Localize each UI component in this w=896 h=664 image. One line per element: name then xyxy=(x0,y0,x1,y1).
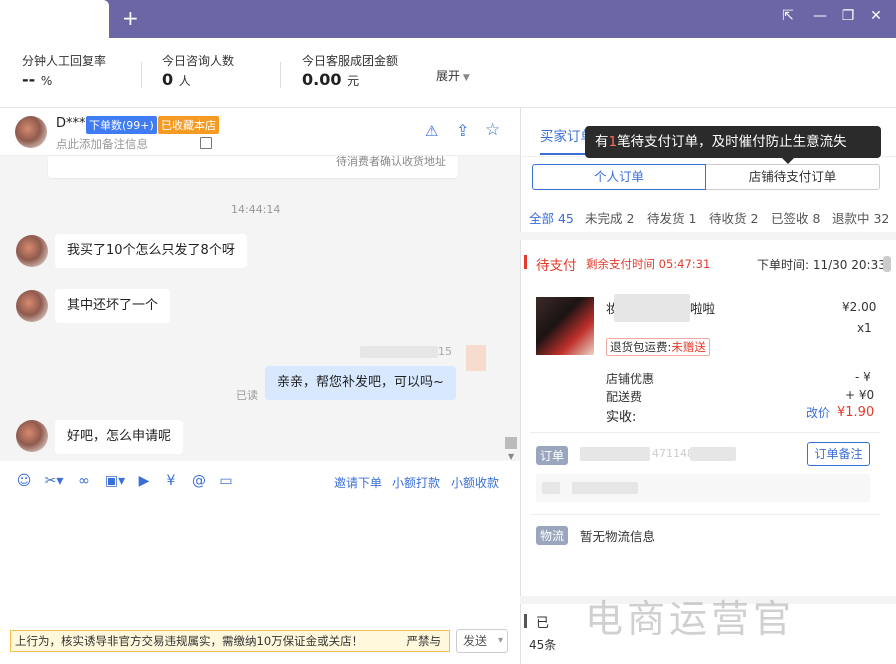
stat-reply-rate-label: 分钟人工回复率 xyxy=(22,54,107,68)
star-icon[interactable]: ☆ xyxy=(485,120,500,140)
customer-message: 好吧，怎么申请呢 xyxy=(55,420,184,454)
order-tag: 订单 xyxy=(536,446,569,465)
image-icon[interactable]: ▣▾ xyxy=(103,472,127,490)
order-number-fragment: 471148 xyxy=(652,447,694,460)
scroll-down-icon[interactable]: ▼ xyxy=(508,452,514,461)
send-button[interactable]: 发送 ▾ xyxy=(456,629,508,653)
product-price: ¥2.00 xyxy=(842,300,877,314)
order-count-badge: 下单数(99+) xyxy=(86,116,157,134)
pending-payment-tooltip: 有1笔待支付订单，及时催付防止生意流失 xyxy=(585,126,881,158)
modify-price-link[interactable]: 改价 xyxy=(806,404,830,421)
logistics-tag: 物流 xyxy=(536,526,569,545)
customer-message: 我买了10个怎么只发了8个呀 xyxy=(55,234,247,268)
warning-icon[interactable]: ⚠ xyxy=(425,122,438,140)
agent-meta: 15 xyxy=(438,345,452,358)
filter-received[interactable]: 已签收 8 xyxy=(771,208,820,227)
logistics-text: 暂无物流信息 xyxy=(580,529,656,544)
filter-all[interactable]: 全部 45 xyxy=(529,208,574,227)
small-pay-link[interactable]: 小额打款 xyxy=(392,474,440,491)
link-icon[interactable]: ∞ xyxy=(75,472,93,490)
remaining-time: 剩余支付时间 05:47:31 xyxy=(586,257,711,271)
status-marker xyxy=(524,255,527,269)
customer-name: D*** xyxy=(56,116,86,131)
pin-icon[interactable]: ⇱ xyxy=(778,6,798,26)
status-marker xyxy=(524,614,527,628)
favorited-badge: 已收藏本店 xyxy=(158,116,219,134)
discount-value: - ¥ xyxy=(855,370,871,384)
agent-message: 亲亲，帮您补发吧，可以吗~ xyxy=(265,366,456,400)
order-count-footer: 45条 xyxy=(529,638,557,652)
stat-amount-value: 0.00 元 xyxy=(302,70,360,89)
filter-to-receive[interactable]: 待收货 2 xyxy=(709,208,758,227)
segment-store-pending-orders[interactable]: 店铺待支付订单 xyxy=(706,164,880,190)
customer-avatar xyxy=(16,420,48,452)
order-time: 下单时间: 11/30 20:33 xyxy=(757,258,886,272)
invite-order-link[interactable]: 邀请下单 xyxy=(334,474,382,491)
share-icon[interactable]: ⇪ xyxy=(456,121,469,140)
agent-name-blurred xyxy=(360,346,438,358)
read-status: 已读 xyxy=(236,389,258,402)
stat-consult-value: 0 人 xyxy=(162,70,191,89)
order-remark-button[interactable]: 订单备注 xyxy=(807,442,870,466)
scissors-icon[interactable]: ✂▾ xyxy=(42,472,66,490)
discount-label: 店铺优惠 xyxy=(606,372,655,386)
filter-incomplete[interactable]: 未完成 2 xyxy=(585,208,634,227)
expand-button[interactable]: 展开 ▼ xyxy=(436,67,470,84)
shipping-insurance-tag: 退货包运费:未赠送 xyxy=(606,338,710,356)
segment-personal-orders[interactable]: 个人订单 xyxy=(532,164,706,190)
divider xyxy=(280,62,281,88)
message-input[interactable] xyxy=(0,502,520,627)
product-image[interactable] xyxy=(536,297,594,355)
order-number-blurred xyxy=(580,447,650,461)
close-icon[interactable]: ✕ xyxy=(866,6,886,26)
watermark: 电商运营官 xyxy=(585,597,796,641)
small-collect-link[interactable]: 小额收款 xyxy=(451,474,499,491)
stat-consult-label: 今日咨询人数 xyxy=(162,54,235,68)
delivery-value: + ¥0 xyxy=(845,388,875,402)
paid-label: 实收: xyxy=(606,410,637,425)
add-tab-button[interactable]: + xyxy=(122,8,139,28)
tab-underline xyxy=(540,153,588,155)
at-icon[interactable]: @ xyxy=(190,472,208,490)
divider xyxy=(520,232,896,240)
coupon-icon[interactable]: ¥ xyxy=(162,472,180,490)
note-placeholder[interactable]: 点此添加备注信息 xyxy=(56,136,148,152)
video-icon[interactable]: ▶ xyxy=(135,472,153,490)
chat-scrollbar[interactable] xyxy=(505,437,517,449)
folder-icon[interactable]: ▭ xyxy=(217,472,235,490)
agent-avatar xyxy=(466,345,486,371)
delivery-label: 配送费 xyxy=(606,390,643,404)
customer-avatar xyxy=(16,235,48,267)
product-title-end: 啦啦 xyxy=(690,301,716,316)
edit-note-icon[interactable] xyxy=(200,137,212,149)
stat-amount-label: 今日客服成团金额 xyxy=(302,54,399,68)
active-tab[interactable] xyxy=(0,0,109,38)
customer-avatar xyxy=(16,290,48,322)
warning-banner: 上行为，核实诱导非官方交易违规属实，需缴纳10万保证金或关店！ 严禁与 xyxy=(10,630,450,652)
filter-to-ship[interactable]: 待发货 1 xyxy=(647,208,696,227)
divider xyxy=(530,432,880,433)
paid-value: ¥1.90 xyxy=(837,405,875,420)
order-status: 待支付 xyxy=(536,258,577,274)
product-qty: x1 xyxy=(857,321,872,335)
minimize-icon[interactable]: — xyxy=(810,6,830,26)
restore-icon[interactable]: ❐ xyxy=(838,6,858,26)
divider xyxy=(141,62,142,88)
divider xyxy=(530,514,880,515)
filter-refunding[interactable]: 退款中 32 xyxy=(832,208,889,227)
order-number-blurred xyxy=(690,447,736,461)
address-box xyxy=(536,474,870,502)
product-title-blurred xyxy=(614,294,690,322)
customer-avatar[interactable] xyxy=(15,116,47,148)
customer-message: 其中还坏了一个 xyxy=(55,289,171,323)
panel-scrollbar[interactable] xyxy=(883,256,891,272)
stat-reply-rate-value: -- % xyxy=(22,70,53,89)
emoji-icon[interactable]: ☺ xyxy=(15,472,33,490)
message-time: 14:44:14 xyxy=(231,203,281,216)
next-order-status: 已 xyxy=(536,616,550,631)
system-card: 待消费者确认收货地址 xyxy=(48,155,458,178)
